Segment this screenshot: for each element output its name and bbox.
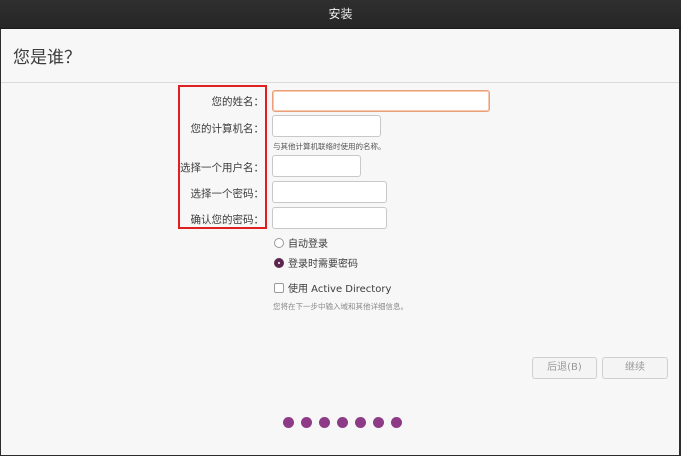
- progress-dot: [319, 417, 330, 428]
- require-password-label: 登录时需要密码: [288, 259, 358, 270]
- password-field[interactable]: [272, 181, 387, 203]
- require-password-radio[interactable]: [274, 257, 284, 268]
- back-button[interactable]: 后退(B): [532, 357, 597, 379]
- window-titlebar: 安装: [0, 0, 681, 29]
- active-directory-option[interactable]: 使用 Active Directory: [274, 280, 391, 295]
- computer-name-field[interactable]: [272, 115, 381, 137]
- active-directory-label: 使用 Active Directory: [288, 284, 392, 295]
- name-label: 您的姓名：: [211, 96, 265, 108]
- progress-dots: [283, 417, 402, 428]
- confirm-password-field[interactable]: [272, 207, 387, 229]
- require-password-option[interactable]: 登录时需要密码: [274, 255, 358, 270]
- auto-login-label: 自动登录: [288, 239, 328, 250]
- active-directory-checkbox[interactable]: [274, 282, 284, 293]
- username-field[interactable]: [272, 155, 361, 177]
- progress-dot: [373, 417, 384, 428]
- progress-dot: [355, 417, 366, 428]
- continue-button[interactable]: 继续: [602, 357, 668, 379]
- confirm-password-label: 确认您的密码：: [190, 214, 265, 226]
- auto-login-option[interactable]: 自动登录: [274, 235, 328, 250]
- window-title: 安装: [328, 7, 353, 21]
- auto-login-radio[interactable]: [274, 237, 284, 248]
- computer-name-label: 您的计算机名：: [190, 123, 265, 135]
- username-label: 选择一个用户名：: [180, 162, 264, 174]
- name-field[interactable]: [272, 90, 490, 112]
- page-title: 您是谁？: [13, 48, 81, 68]
- header-divider: [1, 82, 679, 83]
- progress-dot: [283, 417, 294, 428]
- progress-dot: [391, 417, 402, 428]
- progress-dot: [301, 417, 312, 428]
- installer-window: 您是谁？ 您的姓名： 您的计算机名： 与其他计算机联络时使用的名称。 选择一个用…: [1, 29, 679, 455]
- computer-name-hint: 与其他计算机联络时使用的名称。: [273, 142, 386, 151]
- password-label: 选择一个密码：: [190, 188, 265, 200]
- active-directory-hint: 您将在下一步中输入域和其他详细信息。: [273, 302, 408, 311]
- progress-dot: [337, 417, 348, 428]
